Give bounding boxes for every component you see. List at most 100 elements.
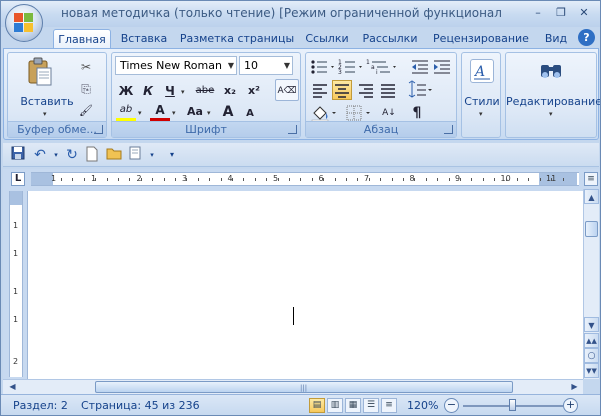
full-screen-reading-icon[interactable]: ▥ — [327, 398, 343, 413]
horizontal-ruler[interactable]: 11234567891011 — [31, 172, 579, 186]
font-color-button[interactable]: A — [150, 102, 170, 122]
ruler-tick — [300, 178, 302, 181]
ruler-tick — [163, 178, 165, 181]
align-left-icon[interactable] — [310, 80, 330, 100]
multilevel-list-icon[interactable]: 1ai — [366, 58, 400, 76]
save-icon[interactable] — [9, 146, 27, 164]
tab-insert[interactable]: Вставка — [117, 29, 171, 49]
horizontal-scrollbar[interactable]: ◀ ||| ▶ — [3, 379, 583, 394]
view-ruler-icon[interactable]: ≡ — [584, 172, 598, 186]
increase-indent-icon[interactable] — [432, 58, 452, 76]
decrease-indent-icon[interactable] — [410, 58, 430, 76]
format-painter-icon[interactable]: 🖌 — [76, 101, 96, 121]
grow-font-button[interactable]: A — [218, 102, 238, 122]
browse-object-icon[interactable]: ○ — [584, 348, 599, 363]
underline-button[interactable]: Ч — [160, 81, 180, 101]
justify-icon[interactable] — [378, 80, 398, 100]
change-case-button[interactable]: Aa — [184, 102, 206, 122]
clear-formatting-button[interactable]: A⌫ — [275, 79, 299, 101]
editing-dropdown-icon[interactable]: ▾ — [549, 110, 553, 118]
paste-button[interactable]: Вставить — [12, 95, 82, 108]
chevron-down-icon[interactable]: ▼ — [284, 57, 290, 74]
tab-view[interactable]: Вид — [541, 29, 571, 49]
styles-dropdown-icon[interactable]: ▾ — [479, 110, 483, 118]
next-page-icon[interactable]: ▼▼ — [584, 363, 599, 378]
customize-qat-icon[interactable]: ▾ — [163, 146, 181, 164]
align-right-icon[interactable] — [356, 80, 376, 100]
styles-group[interactable]: A Стили ▾ — [461, 52, 501, 138]
zoom-out-button[interactable]: − — [444, 398, 459, 413]
line-spacing-icon[interactable] — [406, 80, 434, 100]
clipboard-launcher-icon[interactable] — [94, 125, 103, 134]
tab-page-layout[interactable]: Разметка страницы — [177, 29, 297, 49]
scroll-left-icon[interactable]: ◀ — [5, 380, 20, 394]
open-folder-icon[interactable] — [105, 146, 123, 164]
previous-page-icon[interactable]: ▲▲ — [584, 333, 599, 348]
horizontal-scroll-thumb[interactable]: ||| — [95, 381, 513, 393]
web-layout-icon[interactable]: ▦ — [345, 398, 361, 413]
highlight-button[interactable]: ab — [116, 102, 136, 122]
editing-group[interactable]: Редактирование ▾ — [505, 52, 600, 138]
shading-icon[interactable] — [310, 103, 340, 123]
change-case-dropdown-icon[interactable]: ▾ — [207, 109, 211, 117]
minimize-button[interactable]: – — [529, 5, 547, 21]
scroll-down-icon[interactable]: ▼ — [584, 317, 599, 332]
copy-icon[interactable]: ⎘ — [76, 79, 96, 99]
document-page[interactable] — [27, 191, 583, 379]
paragraph-launcher-icon[interactable] — [444, 125, 453, 134]
bold-button[interactable]: Ж — [116, 81, 136, 101]
strikethrough-button[interactable]: abe — [192, 81, 218, 101]
restore-button[interactable]: ❐ — [552, 5, 570, 21]
ruler-tick — [437, 178, 439, 181]
section-indicator[interactable]: Раздел: 2 — [13, 399, 68, 412]
tab-mailings[interactable]: Рассылки — [359, 29, 421, 49]
print-layout-view-icon[interactable]: ▤ — [309, 398, 325, 413]
numbering-icon[interactable]: 123 — [338, 58, 364, 76]
font-size-combo[interactable]: 10 ▼ — [239, 56, 293, 75]
tab-selector-button[interactable]: L — [11, 172, 25, 186]
close-button[interactable]: ✕ — [575, 5, 593, 21]
chevron-down-icon[interactable]: ▼ — [228, 57, 234, 74]
tab-references[interactable]: Ссылки — [303, 29, 351, 49]
scroll-right-icon[interactable]: ▶ — [567, 380, 582, 394]
font-name-combo[interactable]: Times New Roman ▼ — [115, 56, 237, 75]
ruler-tick — [152, 178, 154, 181]
zoom-slider-knob[interactable] — [509, 399, 516, 411]
underline-dropdown-icon[interactable]: ▾ — [181, 88, 185, 96]
align-center-icon[interactable] — [332, 80, 352, 100]
vertical-scroll-thumb[interactable] — [585, 221, 598, 237]
font-color-dropdown-icon[interactable]: ▾ — [172, 109, 176, 117]
scroll-up-icon[interactable]: ▲ — [584, 189, 599, 204]
tab-home[interactable]: Главная — [53, 29, 111, 49]
borders-icon[interactable] — [344, 103, 374, 123]
zoom-in-button[interactable]: + — [563, 398, 578, 413]
sort-icon[interactable]: А↓ — [378, 103, 400, 123]
new-document-icon[interactable] — [83, 146, 101, 164]
svg-text:A: A — [473, 64, 485, 80]
tab-review[interactable]: Рецензирование — [429, 29, 533, 49]
paste-icon[interactable] — [26, 57, 54, 87]
italic-button[interactable]: К — [138, 81, 158, 101]
show-marks-icon[interactable]: ¶ — [406, 103, 428, 123]
draft-view-icon[interactable]: ≡ — [381, 398, 397, 413]
vertical-scrollbar[interactable]: ▲ ▼ ▲▲ ○ ▼▼ — [583, 189, 599, 379]
page-indicator[interactable]: Страница: 45 из 236 — [81, 399, 200, 412]
superscript-button[interactable]: x² — [244, 81, 264, 101]
ruler-tick — [380, 178, 382, 181]
highlight-dropdown-icon[interactable]: ▾ — [138, 109, 142, 117]
status-bar: Раздел: 2 Страница: 45 из 236 ▤ ▥ ▦ ☰ ≡ … — [1, 394, 600, 415]
ruler-tick — [517, 178, 518, 181]
ruler-tick — [494, 178, 496, 181]
bullets-icon[interactable] — [310, 58, 336, 76]
cut-icon[interactable]: ✂ — [76, 57, 96, 77]
paste-dropdown-arrow[interactable]: ▾ — [43, 110, 47, 118]
help-icon[interactable]: ? — [578, 29, 595, 46]
vertical-ruler[interactable]: 1 1 1 1 2 — [9, 191, 23, 377]
outline-view-icon[interactable]: ☰ — [363, 398, 379, 413]
font-launcher-icon[interactable] — [288, 125, 297, 134]
print-layout-dropdown-icon[interactable]: ▾ — [143, 146, 161, 164]
zoom-level[interactable]: 120% — [407, 399, 438, 412]
redo-icon[interactable]: ↻ — [63, 146, 81, 164]
subscript-button[interactable]: x₂ — [220, 81, 240, 101]
office-button[interactable] — [5, 4, 43, 42]
